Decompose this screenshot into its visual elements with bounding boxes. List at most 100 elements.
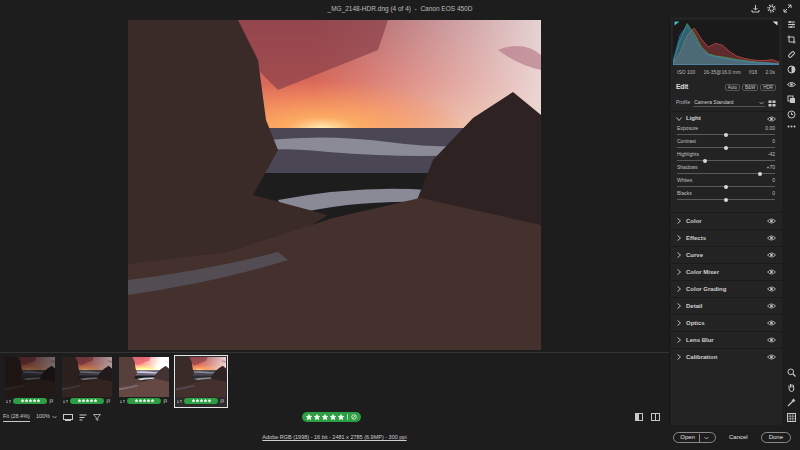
slider-thumb[interactable] xyxy=(724,185,728,189)
profile-dropdown[interactable]: Camera Standard xyxy=(693,99,765,108)
dropdown-icon[interactable] xyxy=(704,436,709,440)
zoom-icon[interactable] xyxy=(787,368,796,377)
slider-reading[interactable]: 0 xyxy=(772,138,775,144)
slider-thumb[interactable] xyxy=(724,146,728,150)
cancel-button[interactable]: Cancel xyxy=(726,432,751,443)
highlight-clipping-icon[interactable] xyxy=(772,21,778,26)
open-button[interactable]: Open xyxy=(673,432,716,443)
eye-icon[interactable] xyxy=(767,286,776,292)
reject-icon[interactable] xyxy=(351,414,357,420)
color-sampler-icon[interactable] xyxy=(787,398,796,407)
star-icon[interactable] xyxy=(200,399,203,402)
slider-reading[interactable]: 0 xyxy=(772,190,775,196)
thumb-rating[interactable] xyxy=(70,398,104,404)
star-icon[interactable] xyxy=(338,414,344,419)
star-icon[interactable] xyxy=(208,399,211,402)
hand-icon[interactable] xyxy=(787,383,796,392)
mode-button[interactable]: B&W xyxy=(742,84,758,91)
split-view-icon[interactable] xyxy=(651,413,660,421)
filter-icon[interactable] xyxy=(93,414,101,421)
star-icon[interactable] xyxy=(322,414,328,419)
chevron-icon[interactable] xyxy=(676,320,682,326)
slider-track[interactable] xyxy=(677,145,775,150)
chevron-icon[interactable] xyxy=(676,303,682,309)
before-after-icon[interactable] xyxy=(635,413,643,421)
chevron-icon[interactable] xyxy=(676,354,682,360)
thumb-image[interactable] xyxy=(5,357,55,397)
red-eye-icon[interactable] xyxy=(787,80,796,89)
profile-grid-icon[interactable] xyxy=(768,100,776,107)
slider-reading[interactable]: 0 xyxy=(772,177,775,183)
star-icon[interactable] xyxy=(330,414,336,419)
eye-icon[interactable] xyxy=(767,218,776,224)
chevron-icon[interactable] xyxy=(676,269,682,275)
eye-icon[interactable] xyxy=(767,252,776,258)
thumb-rating[interactable] xyxy=(184,398,218,404)
grid-icon[interactable] xyxy=(787,413,796,422)
star-rating[interactable] xyxy=(21,399,40,403)
mode-button[interactable]: HDR xyxy=(760,84,776,91)
slider-reading[interactable]: -42 xyxy=(768,151,775,157)
star-rating[interactable] xyxy=(306,414,344,421)
chevron-icon[interactable] xyxy=(676,337,682,343)
star-icon[interactable] xyxy=(94,399,97,402)
panel-section[interactable]: Lens Blur xyxy=(670,331,782,348)
star-icon[interactable] xyxy=(147,399,150,402)
star-icon[interactable] xyxy=(86,399,89,402)
chevron-icon[interactable] xyxy=(676,235,682,241)
save-icon[interactable] xyxy=(751,4,760,13)
thumb-rating[interactable] xyxy=(127,398,161,404)
star-icon[interactable] xyxy=(25,399,28,402)
flag-icon[interactable] xyxy=(220,399,225,404)
thumb-rating[interactable] xyxy=(13,398,47,404)
flag-icon[interactable] xyxy=(163,399,168,404)
panel-section[interactable]: Detail xyxy=(670,297,782,314)
thumb-image[interactable] xyxy=(119,357,169,397)
panel-section[interactable]: Color xyxy=(670,212,782,229)
snapshots-icon[interactable] xyxy=(787,110,796,119)
panel-section[interactable]: Calibration xyxy=(670,348,782,365)
filmstrip-thumb[interactable] xyxy=(174,355,228,408)
thumb-image[interactable] xyxy=(62,357,112,397)
slider-thumb[interactable] xyxy=(724,198,728,202)
mask-icon[interactable] xyxy=(787,65,796,74)
mode-button[interactable]: Auto xyxy=(725,84,740,91)
eye-icon[interactable] xyxy=(767,320,776,326)
filmstrip-thumb[interactable] xyxy=(3,355,57,408)
crop-icon[interactable] xyxy=(787,35,796,44)
panel-section[interactable]: Color Grading xyxy=(670,280,782,297)
slider-track[interactable] xyxy=(677,184,775,189)
eye-icon[interactable] xyxy=(767,235,776,241)
star-icon[interactable] xyxy=(143,399,146,402)
star-icon[interactable] xyxy=(135,399,138,402)
panel-section[interactable]: Curve xyxy=(670,246,782,263)
slider-thumb[interactable] xyxy=(758,172,762,176)
panel-section[interactable]: Effects xyxy=(670,229,782,246)
eye-icon[interactable] xyxy=(767,354,776,360)
eye-icon[interactable] xyxy=(767,303,776,309)
filmstrip-icon[interactable] xyxy=(63,414,73,421)
chevron-icon[interactable] xyxy=(676,116,682,122)
star-icon[interactable] xyxy=(196,399,199,402)
panel-section[interactable]: Color Mixer xyxy=(670,263,782,280)
zoom-option[interactable]: Fit (28.4%) xyxy=(3,412,30,421)
star-icon[interactable] xyxy=(37,399,40,402)
more-icon[interactable] xyxy=(787,125,796,128)
star-icon[interactable] xyxy=(192,399,195,402)
eye-icon[interactable] xyxy=(767,337,776,343)
star-icon[interactable] xyxy=(90,399,93,402)
edit-sliders-icon[interactable] xyxy=(787,20,796,29)
slider-thumb[interactable] xyxy=(724,133,728,137)
dropdown-icon[interactable] xyxy=(52,415,57,419)
slider-reading[interactable]: +70 xyxy=(767,164,775,170)
star-icon[interactable] xyxy=(151,399,154,402)
eye-icon[interactable] xyxy=(767,116,776,122)
star-icon[interactable] xyxy=(33,399,36,402)
chevron-icon[interactable] xyxy=(676,218,682,224)
star-icon[interactable] xyxy=(204,399,207,402)
star-rating[interactable] xyxy=(78,399,97,403)
star-rating[interactable] xyxy=(192,399,211,403)
gear-icon[interactable] xyxy=(767,4,776,13)
star-icon[interactable] xyxy=(314,414,320,419)
expand-icon[interactable] xyxy=(783,4,792,13)
